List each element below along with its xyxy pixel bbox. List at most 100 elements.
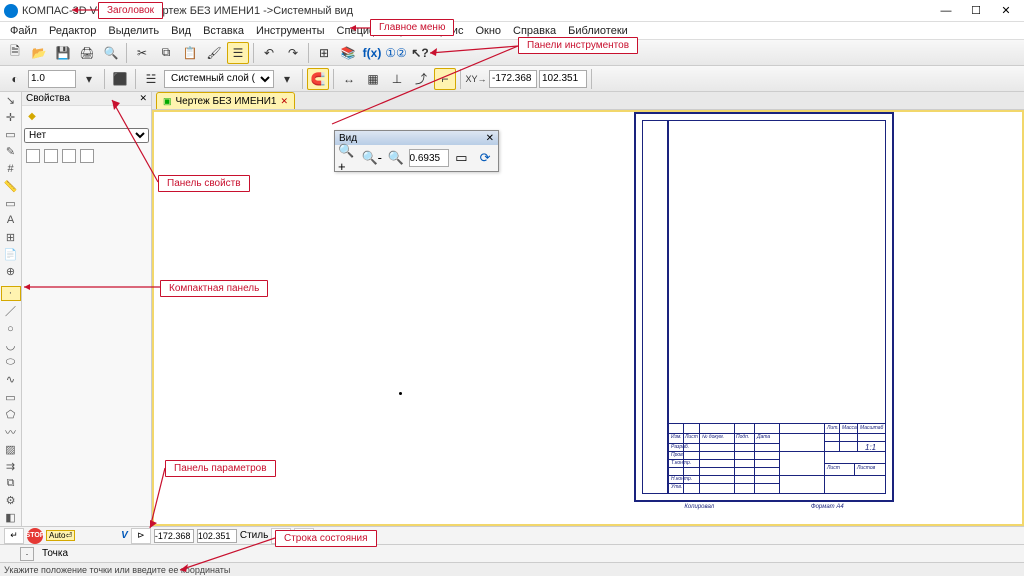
param-y-input[interactable] [197, 529, 237, 543]
cp-hatch-icon[interactable]: ▨ [1, 442, 21, 457]
prop-swatch-3[interactable] [62, 149, 76, 163]
cp-line-icon[interactable]: ／ [1, 303, 21, 319]
menu-insert[interactable]: Вставка [197, 25, 250, 37]
cut-icon[interactable]: ✂ [131, 42, 153, 64]
xy-icon[interactable]: XY→ [465, 68, 487, 90]
dim-linear-icon[interactable]: ↔ [338, 68, 360, 90]
close-button[interactable]: ✕ [992, 2, 1020, 20]
pb-auto-icon[interactable]: Auto⏎ [46, 530, 75, 541]
tb-lit: Лит. [826, 425, 840, 431]
zoom-out-icon[interactable]: 🔍- [361, 147, 383, 169]
cp-report-icon[interactable]: 📄 [1, 247, 21, 262]
menu-edit[interactable]: Редактор [43, 25, 102, 37]
cp-measure-icon[interactable]: 📏 [1, 178, 21, 193]
cp-select-icon[interactable]: ▭ [1, 196, 21, 211]
coord-x-input[interactable] [489, 70, 537, 88]
coord-y-input[interactable] [539, 70, 587, 88]
menu-tools[interactable]: Инструменты [250, 25, 331, 37]
prop-swatch-4[interactable] [80, 149, 94, 163]
cp-designation-icon[interactable]: ▭ [1, 127, 21, 142]
cp-point-icon[interactable]: · [1, 286, 21, 302]
cp-collect-icon[interactable]: ⧉ [1, 476, 21, 491]
preview-icon[interactable]: 🔍 [100, 42, 122, 64]
tab-close-icon[interactable]: ✕ [280, 96, 288, 107]
cp-spec-icon[interactable]: ⊞ [1, 230, 21, 245]
print-icon[interactable]: 🖨 [76, 42, 98, 64]
menu-view[interactable]: Вид [165, 25, 197, 37]
variables-icon[interactable]: f(x) [361, 42, 383, 64]
cp-edit-icon[interactable]: ✎ [1, 144, 21, 159]
ortho-icon[interactable]: ⊥ [386, 68, 408, 90]
prop-swatch-1[interactable] [26, 149, 40, 163]
help-cursor-icon[interactable]: ↖? [409, 42, 431, 64]
cp-assoc-icon[interactable]: A [1, 213, 21, 228]
properties-dropdown[interactable]: Нет [24, 128, 149, 143]
cp-geometry-icon[interactable]: ↘ [1, 93, 21, 108]
param-style-dd-icon[interactable]: ▾ [294, 528, 314, 544]
layer-dropdown-icon[interactable]: ▾ [276, 68, 298, 90]
new-icon[interactable]: 🗎 [4, 42, 26, 64]
document-tab[interactable]: ▣ Чертеж БЕЗ ИМЕНИ1 ✕ [156, 92, 295, 109]
zoom-in-icon[interactable]: 🔍+ [337, 147, 359, 169]
library-icon[interactable]: 📚 [337, 42, 359, 64]
cp-param-icon[interactable]: # [1, 161, 21, 176]
cp-ellipse-icon[interactable]: ⬭ [1, 355, 21, 370]
maximize-button[interactable]: ☐ [962, 2, 990, 20]
cp-polygon-icon[interactable]: ⬠ [1, 407, 21, 422]
menu-select[interactable]: Выделить [102, 25, 165, 37]
paste-icon[interactable]: 📋 [179, 42, 201, 64]
view-floating-toolbar[interactable]: Вид ✕ 🔍+ 🔍- 🔍 ▭ ⟳ [334, 130, 499, 172]
scale-input[interactable] [28, 70, 76, 88]
brush-icon[interactable]: 🖌 [203, 42, 225, 64]
manager-icon[interactable]: ⊞ [313, 42, 335, 64]
save-icon[interactable]: 💾 [52, 42, 74, 64]
cp-curve-icon[interactable]: 〰 [1, 424, 21, 440]
cp-spline-icon[interactable]: ∿ [1, 372, 21, 387]
snap-icon[interactable]: 🧲 [307, 68, 329, 90]
zoom-value-input[interactable] [409, 149, 449, 167]
menu-window[interactable]: Окно [469, 25, 507, 37]
cp-rect-icon[interactable]: ▭ [1, 390, 21, 405]
cp-circle-icon[interactable]: ○ [1, 321, 21, 336]
redo-icon[interactable]: ↷ [282, 42, 304, 64]
cp-insert-icon[interactable]: ⊕ [1, 264, 21, 279]
refresh-icon[interactable]: ⟳ [474, 147, 496, 169]
param-x-input[interactable] [154, 529, 194, 543]
zoom-window-icon[interactable]: 🔍 [385, 147, 407, 169]
prop-filter-icon[interactable]: ◆ [24, 108, 40, 124]
cp-extra2-icon[interactable]: ◧ [1, 510, 21, 525]
prop-swatch-2[interactable] [44, 149, 58, 163]
minimize-button[interactable]: — [932, 2, 960, 20]
pb-lock-icon[interactable]: ⊳ [131, 528, 151, 544]
grid-icon[interactable]: ▦ [362, 68, 384, 90]
layer-select[interactable]: Системный слой (0) [164, 70, 274, 88]
menu-spec[interactable]: Спецификация [331, 25, 420, 37]
layer-icon[interactable]: ☱ [140, 68, 162, 90]
float-tb-close-icon[interactable]: ✕ [486, 133, 494, 144]
pb-stop-icon[interactable]: STOP [27, 528, 43, 544]
round-icon[interactable]: ⤴ [410, 68, 432, 90]
undo-icon[interactable]: ↶ [258, 42, 280, 64]
zoom-fit-icon[interactable]: ▭ [451, 147, 473, 169]
param-style-icon[interactable]: · [271, 528, 291, 544]
pb-enter-icon[interactable]: ↵ [4, 528, 24, 544]
copy-icon[interactable]: ⧉ [155, 42, 177, 64]
properties-icon[interactable]: ☰ [227, 42, 249, 64]
menu-help[interactable]: Справка [507, 25, 562, 37]
menu-libs[interactable]: Библиотеки [562, 25, 634, 37]
local-cs-icon[interactable]: ⌐ [434, 68, 456, 90]
menu-service[interactable]: Сервис [420, 25, 470, 37]
state-icon[interactable]: ◐ [4, 68, 26, 90]
color-icon[interactable]: ⬛ [109, 68, 131, 90]
properties-close-icon[interactable]: ✕ [139, 93, 147, 104]
cp-offset-icon[interactable]: ⇉ [1, 459, 21, 474]
switch-icon[interactable]: ①② [385, 42, 407, 64]
cp-arc-icon[interactable]: ◡ [1, 338, 21, 353]
hint-icon[interactable]: · [20, 547, 34, 561]
open-icon[interactable]: 📂 [28, 42, 50, 64]
cp-dimensions-icon[interactable]: ✛ [1, 110, 21, 125]
dropdown-icon[interactable]: ▾ [78, 68, 100, 90]
menu-file[interactable]: Файл [4, 25, 43, 37]
cp-extra1-icon[interactable]: ⚙ [1, 493, 21, 508]
drawing-canvas[interactable]: Вид ✕ 🔍+ 🔍- 🔍 ▭ ⟳ [152, 110, 1024, 526]
